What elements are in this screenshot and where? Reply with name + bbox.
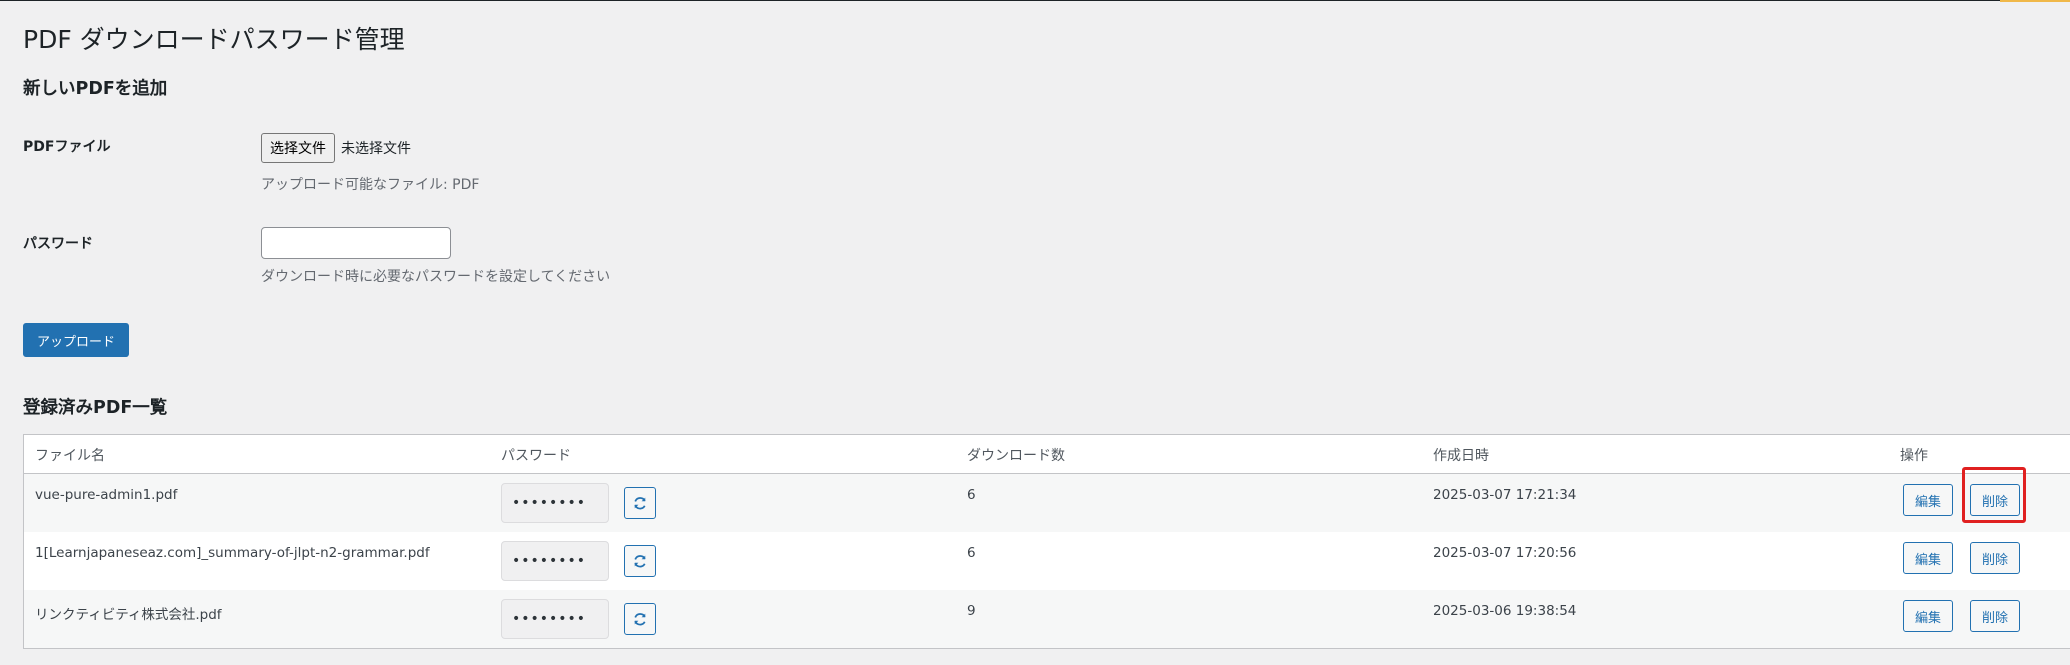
file-name-cell: リンクティビティ株式会社.pdf: [35, 607, 222, 623]
edit-button[interactable]: 編集: [1903, 484, 1954, 516]
delete-button[interactable]: 削除: [1970, 542, 2021, 574]
password-display[interactable]: ••••••••: [501, 599, 609, 639]
refresh-icon: [634, 555, 646, 568]
refresh-icon: [634, 497, 646, 510]
download-count-cell: 6: [967, 487, 976, 503]
pdf-list-heading: 登録済みPDF一覧: [23, 398, 168, 418]
table-row: 1[Learnjapaneseaz.com]_summary-of-jlpt-n…: [24, 532, 2070, 590]
created-date-cell: 2025-03-07 17:21:34: [1433, 487, 1577, 503]
table-row: リンクティビティ株式会社.pdf •••••••• 9 2025-03-06 1…: [24, 590, 2070, 648]
created-date-cell: 2025-03-06 19:38:54: [1433, 603, 1577, 619]
column-header-downloads: ダウンロード数: [967, 448, 1065, 464]
column-header-filename: ファイル名: [35, 448, 105, 464]
column-header-password: パスワード: [501, 448, 571, 464]
password-label: パスワード: [23, 236, 93, 252]
delete-button[interactable]: 削除: [1970, 484, 2021, 516]
regenerate-password-button[interactable]: [624, 487, 656, 519]
delete-button[interactable]: 削除: [1970, 600, 2021, 632]
file-input: 选择文件 未选择文件: [261, 133, 411, 163]
page-title: PDF ダウンロードパスワード管理: [23, 25, 405, 54]
password-description: ダウンロード時に必要なパスワードを設定してください: [261, 269, 611, 285]
pdf-file-label: PDFファイル: [23, 139, 111, 155]
admin-bar-edge: [0, 0, 2070, 1]
table-row: vue-pure-admin1.pdf •••••••• 6 2025-03-0…: [24, 474, 2070, 532]
file-name-cell: vue-pure-admin1.pdf: [35, 487, 178, 503]
table-header: ファイル名 パスワード ダウンロード数 作成日時 操作: [24, 435, 2070, 474]
file-name-cell: 1[Learnjapaneseaz.com]_summary-of-jlpt-n…: [35, 545, 430, 561]
regenerate-password-button[interactable]: [624, 545, 656, 577]
add-pdf-heading: 新しいPDFを追加: [23, 79, 168, 99]
password-display[interactable]: ••••••••: [501, 541, 609, 581]
refresh-icon: [634, 613, 646, 626]
created-date-cell: 2025-03-07 17:20:56: [1433, 545, 1577, 561]
file-description: アップロード可能なファイル: PDF: [261, 177, 480, 193]
edit-button[interactable]: 編集: [1903, 542, 1954, 574]
edit-button[interactable]: 編集: [1903, 600, 1954, 632]
pdf-table: ファイル名 パスワード ダウンロード数 作成日時 操作 vue-pure-adm…: [23, 434, 2070, 649]
admin-bar-accent: [2000, 0, 2070, 2]
upload-button[interactable]: アップロード: [23, 323, 129, 357]
column-header-created: 作成日時: [1433, 448, 1489, 464]
download-count-cell: 6: [967, 545, 976, 561]
regenerate-password-button[interactable]: [624, 603, 656, 635]
choose-file-button[interactable]: 选择文件: [261, 133, 335, 163]
download-count-cell: 9: [967, 603, 976, 619]
password-display[interactable]: ••••••••: [501, 483, 609, 523]
password-field[interactable]: [261, 227, 451, 259]
column-header-actions: 操作: [1900, 448, 1928, 464]
file-status-text: 未选择文件: [341, 141, 411, 157]
